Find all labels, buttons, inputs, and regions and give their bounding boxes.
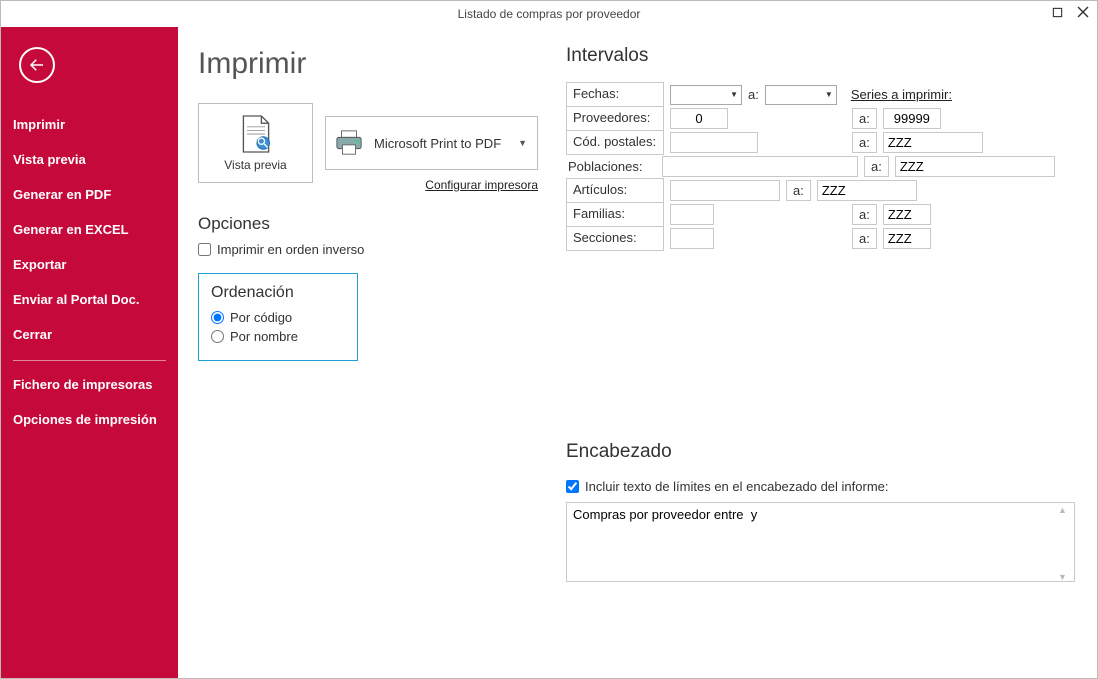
fechas-label: Fechas:: [566, 82, 664, 107]
secciones-label: Secciones:: [566, 226, 664, 251]
proveedores-label: Proveedores:: [566, 106, 664, 131]
a-label: a:: [852, 228, 877, 249]
radio-por-codigo-input[interactable]: [211, 311, 224, 324]
printer-icon: [334, 129, 364, 157]
a-label: a:: [786, 180, 811, 201]
sidebar: Imprimir Vista previa Generar en PDF Gen…: [1, 27, 178, 678]
a-label: a:: [852, 108, 877, 129]
sidebar-item-pdf[interactable]: Generar en PDF: [1, 177, 178, 212]
radio-por-codigo-label: Por código: [230, 310, 292, 325]
vista-previa-label: Vista previa: [224, 158, 286, 172]
chevron-down-icon: ▼: [825, 90, 833, 99]
intervalos-heading: Intervalos: [566, 45, 1075, 67]
codpostales-from-input[interactable]: [670, 132, 758, 153]
codpostales-to-input[interactable]: [883, 132, 983, 153]
maximize-icon[interactable]: [1049, 4, 1065, 20]
secciones-to-input[interactable]: [883, 228, 931, 249]
poblaciones-to-input[interactable]: [895, 156, 1055, 177]
incluir-limites-label: Incluir texto de límites en el encabezad…: [585, 479, 889, 494]
radio-por-codigo[interactable]: Por código: [211, 310, 345, 325]
sidebar-item-portal[interactable]: Enviar al Portal Doc.: [1, 282, 178, 317]
sidebar-item-imprimir[interactable]: Imprimir: [1, 107, 178, 142]
a-label: a:: [748, 87, 759, 102]
poblaciones-from-input[interactable]: [662, 156, 858, 177]
encabezado-heading: Encabezado: [566, 441, 1075, 463]
back-button[interactable]: [19, 47, 55, 83]
sidebar-item-cerrar[interactable]: Cerrar: [1, 317, 178, 352]
series-a-imprimir-link[interactable]: Series a imprimir:: [851, 87, 952, 102]
arrow-left-icon: [28, 56, 46, 74]
articulos-to-input[interactable]: [817, 180, 917, 201]
page-title: Imprimir: [198, 47, 538, 81]
printer-name: Microsoft Print to PDF: [374, 136, 508, 151]
configurar-impresora-link[interactable]: Configurar impresora: [425, 178, 538, 192]
familias-to-input[interactable]: [883, 204, 931, 225]
familias-from-input[interactable]: [670, 204, 714, 225]
a-label: a:: [852, 204, 877, 225]
fechas-to-dropdown[interactable]: ▼: [765, 85, 837, 105]
vista-previa-button[interactable]: Vista previa: [198, 103, 313, 183]
chevron-down-icon: ▼: [518, 138, 527, 148]
ordenacion-heading: Ordenación: [211, 284, 345, 302]
ordenacion-group: Ordenación Por código Por nombre: [198, 273, 358, 361]
codpostales-label: Cód. postales:: [566, 130, 664, 155]
sidebar-separator: [13, 360, 166, 361]
close-icon[interactable]: [1075, 4, 1091, 20]
reverse-order-checkbox[interactable]: Imprimir en orden inverso: [198, 242, 538, 257]
fechas-from-dropdown[interactable]: ▼: [670, 85, 742, 105]
familias-label: Familias:: [566, 202, 664, 227]
chevron-down-icon: ▼: [730, 90, 738, 99]
poblaciones-label: Poblaciones:: [566, 156, 656, 177]
sidebar-item-fichero[interactable]: Fichero de impresoras: [1, 367, 178, 402]
radio-por-nombre[interactable]: Por nombre: [211, 329, 345, 344]
a-label: a:: [864, 156, 889, 177]
a-label: a:: [852, 132, 877, 153]
reverse-order-label: Imprimir en orden inverso: [217, 242, 364, 257]
encabezado-textarea[interactable]: [566, 502, 1075, 582]
secciones-from-input[interactable]: [670, 228, 714, 249]
opciones-heading: Opciones: [198, 214, 538, 234]
incluir-limites-checkbox[interactable]: Incluir texto de límites en el encabezad…: [566, 479, 1075, 494]
sidebar-item-vista-previa[interactable]: Vista previa: [1, 142, 178, 177]
reverse-order-input[interactable]: [198, 243, 211, 256]
sidebar-item-excel[interactable]: Generar en EXCEL: [1, 212, 178, 247]
articulos-label: Artículos:: [566, 178, 664, 203]
proveedores-to-input[interactable]: [883, 108, 941, 129]
title-bar: Listado de compras por proveedor: [1, 1, 1097, 27]
document-preview-icon: [238, 114, 274, 154]
articulos-from-input[interactable]: [670, 180, 780, 201]
sidebar-item-opciones-imp[interactable]: Opciones de impresión: [1, 402, 178, 437]
proveedores-from-input[interactable]: [670, 108, 728, 129]
printer-select[interactable]: Microsoft Print to PDF ▼: [325, 116, 538, 170]
radio-por-nombre-input[interactable]: [211, 330, 224, 343]
incluir-limites-input[interactable]: [566, 480, 579, 493]
radio-por-nombre-label: Por nombre: [230, 329, 298, 344]
window-title: Listado de compras por proveedor: [458, 7, 641, 21]
sidebar-item-exportar[interactable]: Exportar: [1, 247, 178, 282]
